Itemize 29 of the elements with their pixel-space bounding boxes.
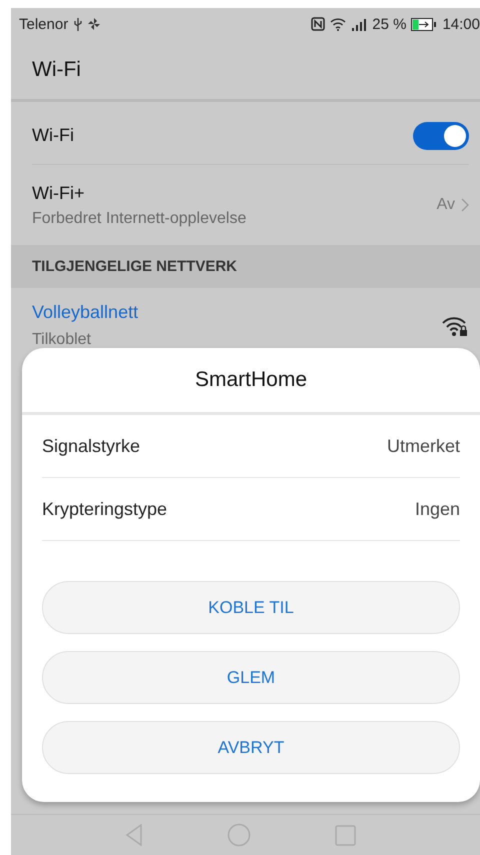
section-header: TILGJENGELIGE NETTVERK bbox=[32, 258, 238, 275]
recents-icon[interactable] bbox=[335, 824, 356, 846]
detail-label: Krypteringstype bbox=[42, 498, 168, 520]
battery-percent: 25 % bbox=[372, 16, 406, 32]
dialog-button[interactable]: KOBLE TIL bbox=[42, 581, 460, 634]
usb-icon bbox=[73, 18, 84, 30]
dialog-title: SmartHome bbox=[194, 368, 308, 392]
dialog-button[interactable]: AVBRYT bbox=[42, 721, 460, 774]
home-icon[interactable] bbox=[227, 823, 251, 847]
chevron-icon bbox=[461, 198, 469, 212]
fan-icon bbox=[88, 18, 100, 30]
nfc-icon bbox=[311, 17, 326, 31]
detail-label: Signalstyrke bbox=[42, 436, 140, 456]
dialog-button[interactable]: GLEM bbox=[42, 651, 460, 704]
carrier-name: Telenor bbox=[19, 16, 68, 32]
screen-title: Wi-Fi bbox=[32, 58, 81, 82]
wifi-icon bbox=[330, 18, 346, 30]
setting-value: Av bbox=[436, 196, 455, 214]
setting-label: Wi-Fi bbox=[32, 125, 74, 146]
back-icon[interactable] bbox=[125, 824, 143, 846]
toggle-switch[interactable] bbox=[413, 122, 469, 150]
signal-icon bbox=[351, 18, 368, 30]
setting-subtitle: Forbedret Internett-opplevelse bbox=[32, 210, 248, 228]
detail-value: Utmerket bbox=[386, 436, 460, 456]
detail-value: Ingen bbox=[414, 498, 460, 520]
battery-icon bbox=[411, 18, 438, 30]
network-item[interactable]: Volleyballnett Tilkoblet bbox=[11, 288, 480, 349]
setting-label: Wi-Fi+ bbox=[32, 182, 86, 204]
clock: 14:00 bbox=[442, 16, 480, 32]
